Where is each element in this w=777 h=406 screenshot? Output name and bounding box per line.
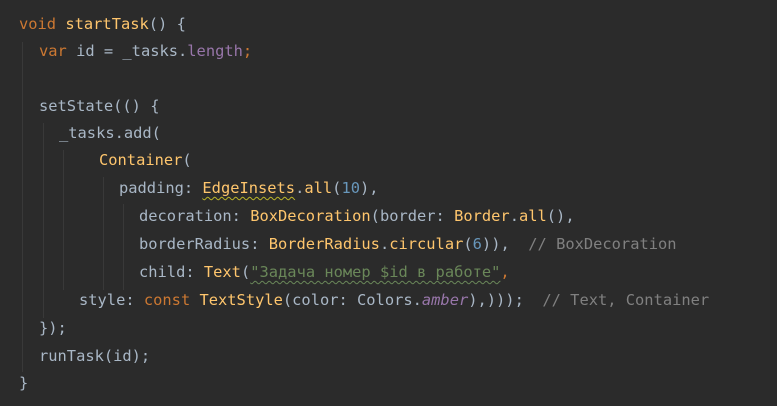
method-name: all bbox=[518, 207, 547, 225]
class-name: Container bbox=[99, 151, 183, 169]
code-token: _tasks.add( bbox=[59, 124, 161, 142]
property: length bbox=[187, 42, 243, 60]
indent-guide bbox=[103, 177, 104, 290]
param-label: borderRadius: bbox=[139, 235, 269, 253]
code-comment: // BoxDecoration bbox=[509, 235, 677, 253]
method-name: circular bbox=[389, 235, 464, 253]
code-line-10[interactable]: child: Text("Задача номер $id в работе", bbox=[139, 259, 510, 286]
code-token: runTask(id); bbox=[39, 347, 151, 365]
code-token: ), bbox=[360, 179, 379, 197]
semicolon: ; bbox=[242, 42, 253, 60]
code-line-8[interactable]: decoration: BoxDecoration(border: Border… bbox=[139, 203, 575, 230]
code-token: ( bbox=[240, 263, 251, 281]
code-token: )), bbox=[481, 235, 510, 253]
param-label: padding: bbox=[119, 179, 203, 197]
indent-guide bbox=[22, 42, 23, 372]
code-line-11[interactable]: style: const TextStyle(color: Colors.amb… bbox=[79, 287, 709, 314]
code-token: . bbox=[379, 235, 390, 253]
keyword: var bbox=[39, 42, 67, 60]
function-name: startTask bbox=[65, 15, 149, 33]
code-token: id = _tasks. bbox=[66, 42, 188, 60]
indent-guide bbox=[63, 150, 64, 290]
indent-guide bbox=[43, 123, 44, 318]
code-token: (border: bbox=[370, 207, 455, 225]
code-line-7[interactable]: padding: EdgeInsets.all(10), bbox=[119, 175, 379, 202]
code-token: . bbox=[295, 179, 305, 197]
method-name: all bbox=[304, 179, 333, 197]
param-label: child: bbox=[139, 263, 204, 281]
class-name: TextStyle bbox=[199, 291, 283, 309]
class-name: Border bbox=[454, 207, 510, 225]
param-label: decoration: bbox=[139, 207, 251, 225]
keyword: const bbox=[143, 291, 200, 309]
class-name: EdgeInsets bbox=[202, 179, 296, 197]
code-token: . bbox=[509, 207, 519, 225]
comma: , bbox=[500, 263, 510, 281]
code-line-9[interactable]: borderRadius: BorderRadius.circular(6)),… bbox=[139, 231, 677, 258]
code-line-4[interactable]: setState(() { bbox=[39, 93, 159, 120]
code-token: (color: Colors. bbox=[282, 291, 422, 309]
code-token: () { bbox=[148, 15, 186, 33]
number-literal: 6 bbox=[472, 235, 482, 253]
code-comment: // Text, Container bbox=[523, 291, 710, 309]
property: amber bbox=[421, 291, 469, 309]
class-name: Text bbox=[203, 263, 241, 281]
code-token: }); bbox=[39, 319, 67, 337]
number-literal: 10 bbox=[341, 179, 360, 197]
param-label: style: bbox=[79, 291, 144, 309]
code-token: ( bbox=[182, 151, 192, 169]
code-token: } bbox=[19, 374, 29, 392]
code-line-2[interactable]: var id = _tasks.length; bbox=[39, 38, 252, 65]
class-name: BorderRadius bbox=[268, 235, 380, 253]
code-line-13[interactable]: runTask(id); bbox=[39, 343, 150, 370]
code-token: ( bbox=[463, 235, 473, 253]
code-line-1[interactable]: void startTask() { bbox=[19, 11, 186, 38]
code-line-6[interactable]: Container( bbox=[99, 147, 192, 174]
keyword: void bbox=[19, 15, 57, 33]
code-token: setState(() { bbox=[39, 97, 160, 115]
code-token: ),))); bbox=[468, 291, 524, 309]
indent-guide bbox=[123, 204, 124, 290]
class-name: BoxDecoration bbox=[250, 207, 371, 225]
code-line-12[interactable]: }); bbox=[39, 315, 67, 342]
code-line-5[interactable]: _tasks.add( bbox=[59, 120, 161, 147]
string-literal: "Задача номер $id в работе" bbox=[250, 263, 501, 281]
code-line-14[interactable]: } bbox=[19, 370, 28, 397]
code-token: (), bbox=[546, 207, 575, 225]
code-editor[interactable]: void startTask() { var id = _tasks.lengt… bbox=[0, 0, 777, 406]
